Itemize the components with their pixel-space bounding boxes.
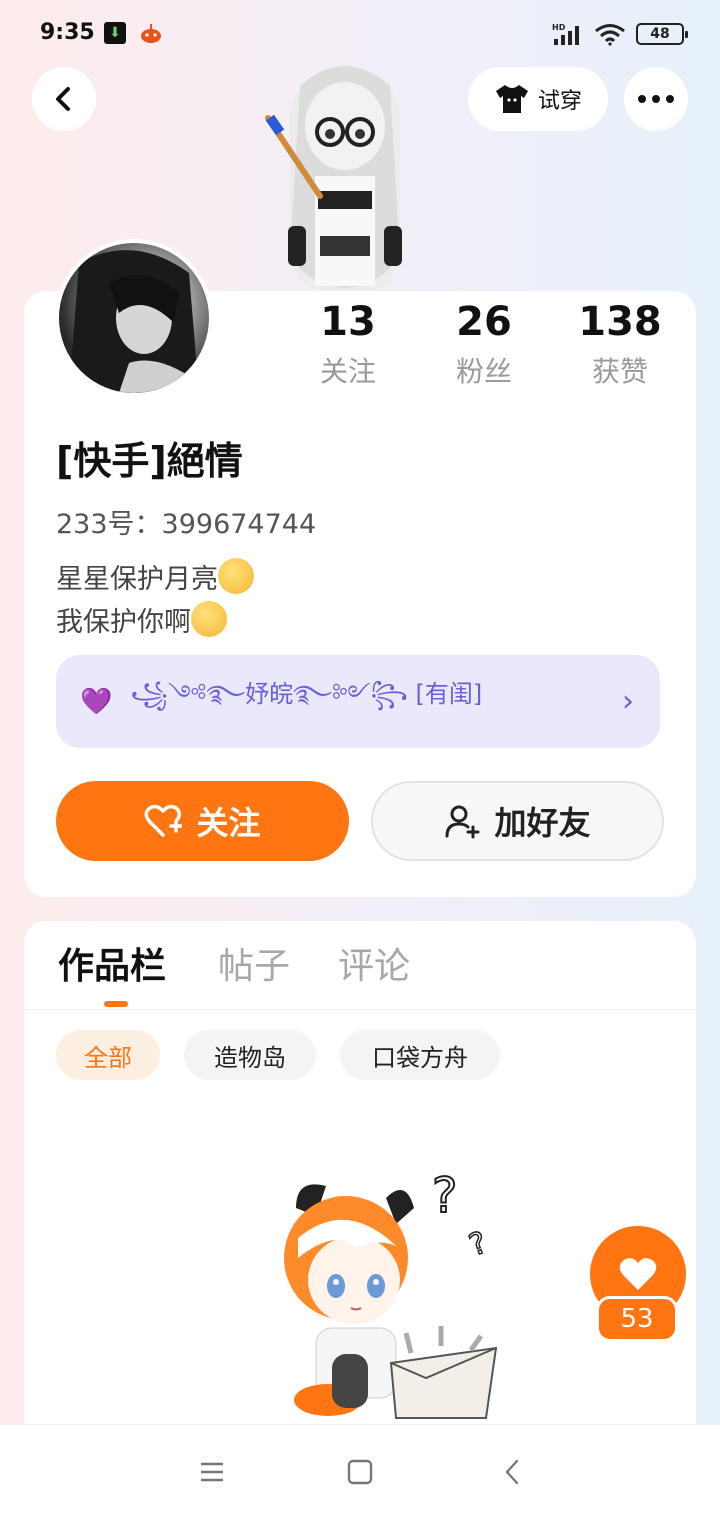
tab-works[interactable]: 作品栏 — [58, 942, 166, 992]
add-friend-icon — [445, 805, 480, 839]
menu-button[interactable] — [196, 1456, 228, 1488]
stat-followers[interactable]: 26 粉丝 — [424, 296, 544, 394]
filter-pocket-ark[interactable]: 口袋方舟 — [340, 1030, 500, 1080]
stat-followers-count: 26 — [456, 299, 512, 345]
tab-posts[interactable]: 帖子 — [218, 942, 290, 992]
download-app-icon: ⬇ — [104, 22, 126, 44]
status-icons: HD 48 — [552, 20, 688, 48]
bio-line-1: 星星保护月亮 — [56, 564, 218, 595]
stat-likes[interactable]: 138 获赞 — [560, 296, 680, 394]
add-friend-button[interactable]: 加好友 — [371, 781, 664, 861]
app-notification-icon — [141, 24, 161, 43]
sleepy-face-icon — [218, 558, 254, 594]
follow-label: 关注 — [196, 804, 261, 842]
wifi-icon — [595, 24, 625, 46]
svg-text:?: ? — [432, 1168, 457, 1224]
more-icon — [638, 95, 674, 103]
empty-state-illustration: ? ? — [284, 1168, 498, 1419]
signal-icon: HD — [552, 23, 579, 45]
bio-line-2: 我保护你啊 — [56, 607, 191, 638]
chevron-right-icon: › — [622, 684, 634, 719]
tab-indicator — [104, 1001, 128, 1007]
tab-comments[interactable]: 评论 — [338, 942, 410, 992]
heart-icon: 💜 — [80, 686, 113, 717]
tab-divider — [24, 1009, 696, 1010]
avatar[interactable] — [55, 239, 213, 397]
try-on-label: 试穿 — [537, 89, 582, 114]
heart-icon — [619, 1258, 657, 1290]
back-button[interactable] — [32, 67, 96, 131]
filter-all[interactable]: 全部 — [56, 1030, 160, 1080]
like-count: 53 — [596, 1296, 678, 1342]
avatar-figure[interactable] — [260, 56, 430, 292]
stat-following[interactable]: 13 关注 — [288, 296, 408, 394]
more-button[interactable] — [624, 67, 688, 131]
bio: 星星保护月亮 我保护你啊 — [56, 558, 254, 644]
avatar-photo — [69, 250, 199, 393]
home-button[interactable] — [344, 1456, 376, 1488]
username: [快手]絕情 — [56, 439, 243, 483]
menu-icon — [201, 1462, 223, 1482]
add-friend-label: 加好友 — [494, 804, 591, 842]
stat-following-label: 关注 — [319, 355, 376, 388]
stat-likes-count: 138 — [578, 299, 662, 345]
status-time: 9:35 — [40, 20, 95, 45]
follow-button[interactable]: 关注 — [56, 781, 349, 861]
stat-followers-label: 粉丝 — [455, 355, 512, 388]
zipper-mouth-face-icon — [191, 601, 227, 637]
relationship-banner[interactable]: 💜 ꧁༺࿐妤皖࿐༻꧂ [有闺] › — [56, 655, 660, 748]
svg-text:?: ? — [465, 1225, 492, 1263]
stat-following-count: 13 — [320, 299, 376, 345]
try-on-button[interactable]: 试穿 — [468, 67, 608, 131]
home-icon — [347, 1459, 373, 1485]
heart-plus-icon — [144, 804, 183, 837]
back-icon — [56, 87, 70, 111]
back-nav-icon — [505, 1459, 519, 1485]
user-id[interactable]: 233号：399674744 — [56, 502, 316, 541]
back-nav-button[interactable] — [496, 1456, 528, 1488]
tshirt-icon — [495, 85, 528, 113]
stat-likes-label: 获赞 — [591, 355, 648, 388]
battery-icon: 48 — [636, 23, 688, 45]
network-type: HD — [552, 23, 566, 32]
banner-text: ꧁༺࿐妤皖࿐༻꧂ [有闺] — [130, 680, 483, 708]
filter-creation-island[interactable]: 造物岛 — [184, 1030, 316, 1080]
